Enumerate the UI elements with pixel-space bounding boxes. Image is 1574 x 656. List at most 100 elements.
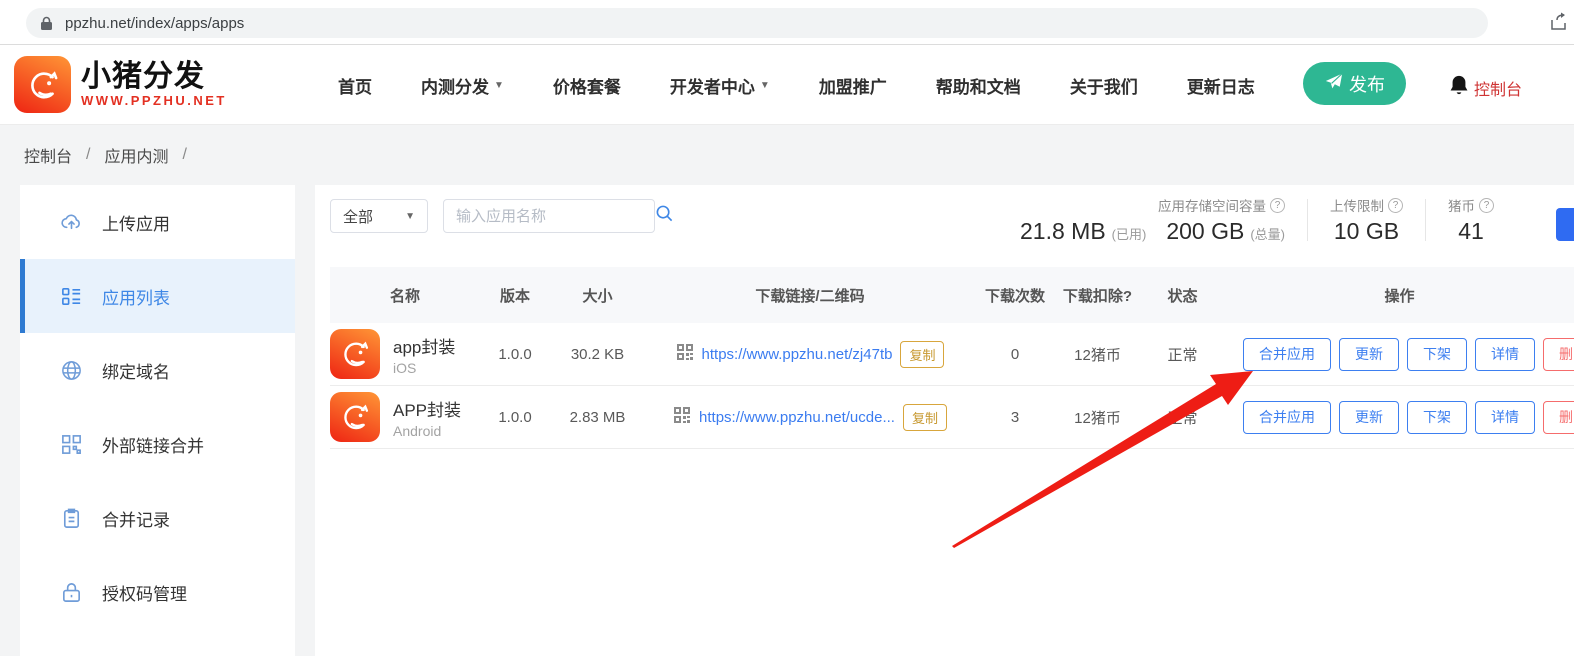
account-stats: 应用存储空间容量 ? 21.8 MB (已用) 200 GB (总量) 上传限制… — [1020, 195, 1494, 245]
padlock-icon — [60, 581, 83, 604]
app-icon — [330, 329, 380, 379]
main-panel: 全部 ▼ 应用存储空间容量 ? 21.8 MB (已用) 200 GB ( — [315, 185, 1574, 656]
divider — [1425, 199, 1426, 241]
storage-total-note: (总量) — [1250, 224, 1285, 243]
sidebar-item-merge-records[interactable]: 合并记录 — [20, 481, 295, 555]
sidebar: 上传应用 应用列表 绑定域名 外部链接合并 合并记录 — [20, 185, 295, 656]
sidebar-item-upload-app[interactable]: 上传应用 — [20, 185, 295, 259]
details-button[interactable]: 详情 — [1475, 338, 1535, 371]
col-link: 下载链接/二维码 — [645, 285, 975, 306]
logo[interactable]: 小猪分发 WWW.PPZHU.NET — [14, 56, 227, 113]
sidebar-item-auth-code[interactable]: 授权码管理 — [20, 555, 295, 629]
url-bar[interactable]: ppzhu.net/index/apps/apps — [26, 8, 1488, 38]
app-name: app封装 — [393, 333, 455, 358]
nav-pricing[interactable]: 价格套餐 — [553, 73, 621, 98]
download-count: 3 — [975, 409, 1055, 426]
app-size: 30.2 KB — [550, 346, 645, 363]
search-icon[interactable] — [655, 204, 674, 228]
cutoff-blue-button[interactable] — [1556, 208, 1574, 241]
publish-button[interactable]: 发布 — [1303, 62, 1406, 105]
search-box — [443, 199, 655, 233]
details-button[interactable]: 详情 — [1475, 401, 1535, 434]
download-count: 0 — [975, 346, 1055, 363]
logo-title: 小猪分发 — [81, 61, 227, 93]
app-type-select[interactable]: 全部 ▼ — [330, 199, 428, 233]
url-text: ppzhu.net/index/apps/apps — [65, 15, 244, 32]
download-link[interactable]: https://www.ppzhu.net/zj47tb — [702, 346, 893, 363]
console-link[interactable]: 控制台 — [1474, 76, 1522, 100]
table-header: 名称 版本 大小 下载链接/二维码 下载次数 下载扣除? 状态 操作 — [330, 267, 1574, 323]
page: ppzhu.net/index/apps/apps 小猪分发 WWW.PPZHU… — [0, 0, 1574, 656]
col-name: 名称 — [330, 285, 480, 306]
sidebar-item-bind-domain[interactable]: 绑定域名 — [20, 333, 295, 407]
pig-logo-icon — [14, 56, 71, 113]
sidebar-item-external-link-merge[interactable]: 外部链接合并 — [20, 407, 295, 481]
chevron-down-icon: ▼ — [760, 80, 770, 91]
coin-value: 41 — [1458, 218, 1484, 245]
clipboard-icon — [60, 507, 83, 530]
update-button[interactable]: 更新 — [1339, 401, 1399, 434]
chevron-down-icon: ▼ — [494, 80, 504, 91]
nav-help-docs[interactable]: 帮助和文档 — [936, 73, 1021, 98]
col-size: 大小 — [550, 285, 645, 306]
breadcrumb-separator: / — [86, 146, 90, 164]
sidebar-item-app-list[interactable]: 应用列表 — [20, 259, 295, 333]
update-button[interactable]: 更新 — [1339, 338, 1399, 371]
nav-home[interactable]: 首页 — [338, 73, 372, 98]
nav-about[interactable]: 关于我们 — [1070, 73, 1138, 98]
unpublish-button[interactable]: 下架 — [1407, 338, 1467, 371]
browser-bar: ppzhu.net/index/apps/apps — [0, 0, 1574, 45]
share-icon[interactable] — [1548, 11, 1570, 33]
app-type-select-value: 全部 — [343, 206, 373, 227]
upload-limit-value: 10 GB — [1334, 218, 1399, 245]
app-version: 1.0.0 — [480, 409, 550, 426]
breadcrumb-console[interactable]: 控制台 — [24, 143, 72, 167]
site-header: 小猪分发 WWW.PPZHU.NET 首页 内测分发▼ 价格套餐 开发者中心▼ … — [0, 45, 1574, 125]
coin-label: 猪币 ? — [1448, 195, 1494, 215]
coin-stat: 猪币 ? 41 — [1448, 195, 1494, 245]
upload-limit-label: 上传限制 ? — [1330, 195, 1403, 215]
bell-icon[interactable] — [1448, 74, 1470, 102]
download-deduct: 12猪币 — [1055, 407, 1140, 428]
globe-icon — [60, 359, 83, 382]
paper-plane-icon — [1324, 72, 1344, 95]
nav-beta-distribution[interactable]: 内测分发▼ — [421, 73, 504, 98]
storage-label: 应用存储空间容量 ? — [1158, 195, 1285, 215]
nav-affiliate[interactable]: 加盟推广 — [819, 73, 887, 98]
nav-changelog[interactable]: 更新日志 — [1187, 73, 1255, 98]
breadcrumb-app-beta[interactable]: 应用内测 — [104, 143, 168, 167]
storage-stat: 应用存储空间容量 ? 21.8 MB (已用) 200 GB (总量) — [1020, 195, 1285, 245]
upload-limit-stat: 上传限制 ? 10 GB — [1330, 195, 1403, 245]
app-platform: iOS — [393, 360, 455, 376]
app-version: 1.0.0 — [480, 346, 550, 363]
app-size: 2.83 MB — [550, 409, 645, 426]
logo-subtitle: WWW.PPZHU.NET — [81, 93, 227, 108]
divider — [1307, 199, 1308, 241]
qr-merge-icon — [60, 433, 83, 456]
delete-button[interactable]: 删除 — [1543, 338, 1574, 371]
merge-app-button[interactable]: 合并应用 — [1243, 338, 1331, 371]
unpublish-button[interactable]: 下架 — [1407, 401, 1467, 434]
logo-text: 小猪分发 WWW.PPZHU.NET — [81, 61, 227, 108]
download-link[interactable]: https://www.ppzhu.net/ucde... — [699, 409, 895, 426]
qr-code-icon[interactable] — [673, 406, 691, 428]
merge-app-button[interactable]: 合并应用 — [1243, 401, 1331, 434]
nav-developer-center[interactable]: 开发者中心▼ — [670, 73, 770, 98]
status-badge: 正常 — [1140, 407, 1225, 428]
col-actions: 操作 — [1225, 285, 1574, 306]
status-badge: 正常 — [1140, 344, 1225, 365]
copy-button[interactable]: 复制 — [903, 404, 947, 431]
copy-button[interactable]: 复制 — [900, 341, 944, 368]
search-input[interactable] — [456, 208, 655, 225]
help-icon[interactable]: ? — [1479, 198, 1494, 213]
help-icon[interactable]: ? — [1270, 198, 1285, 213]
col-downloads: 下载次数 — [975, 285, 1055, 306]
delete-button[interactable]: 删除 — [1543, 401, 1574, 434]
help-icon[interactable]: ? — [1388, 198, 1403, 213]
table-row: APP封装 Android 1.0.0 2.83 MB https://www.… — [330, 386, 1574, 449]
storage-total-value: 200 GB — [1166, 218, 1244, 245]
qr-code-icon[interactable] — [676, 343, 694, 365]
app-table: 名称 版本 大小 下载链接/二维码 下载次数 下载扣除? 状态 操作 app封装… — [330, 267, 1574, 449]
app-name: APP封装 — [393, 396, 461, 421]
col-version: 版本 — [480, 285, 550, 306]
